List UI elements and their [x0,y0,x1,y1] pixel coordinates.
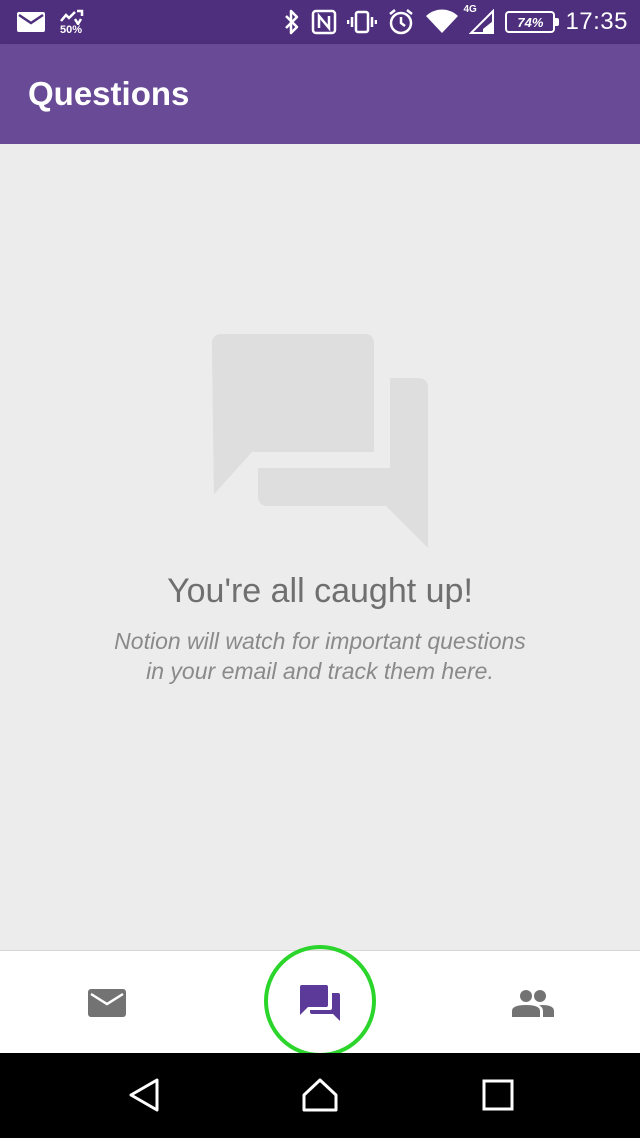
home-icon [302,1078,338,1112]
status-left-icons: 50% [16,9,84,36]
recent-apps-icon [482,1079,514,1111]
empty-state-subtitle-line: Notion will watch for important question… [114,628,526,654]
battery-icon: 74% [505,11,560,33]
nfc-icon [311,9,337,35]
back-button[interactable] [114,1065,174,1125]
nav-mail-tab[interactable] [27,951,187,1054]
alarm-icon [387,8,415,36]
wifi-icon [425,9,459,35]
status-bar: 50% 4G 74% 17:35 [0,0,640,44]
recent-apps-button[interactable] [468,1065,528,1125]
page-title: Questions [28,75,190,112]
vibrate-icon [347,9,378,35]
back-icon [129,1078,159,1112]
nav-questions-tab[interactable] [240,951,400,1054]
bluetooth-icon [283,9,301,35]
mail-icon [16,11,46,33]
network-type: 4G [463,4,477,15]
chat-icon [300,984,340,1021]
chat-bubbles-icon [212,334,428,548]
nav-people-tab[interactable] [453,951,613,1054]
empty-state-subtitle-line: in your email and track them here. [146,658,494,684]
home-button[interactable] [290,1065,350,1125]
clock: 17:35 [565,8,628,35]
app-bar: Questions [0,44,640,144]
data-saver-icon: 50% [58,9,84,36]
signal-percent: 50% [59,23,83,36]
empty-state-title: You're all caught up! [167,572,473,610]
battery-level: 74% [517,14,544,30]
system-nav-bar [0,1053,640,1138]
status-right-icons: 4G 74% 17:35 [283,5,628,36]
empty-state-subtitle: Notion will watch for important question… [0,626,640,686]
mail-icon [88,988,126,1017]
bottom-nav [0,945,640,1057]
people-icon [512,989,554,1017]
content-area: You're all caught up! Notion will watch … [0,144,640,950]
cell-signal-icon: 4G [463,5,495,35]
